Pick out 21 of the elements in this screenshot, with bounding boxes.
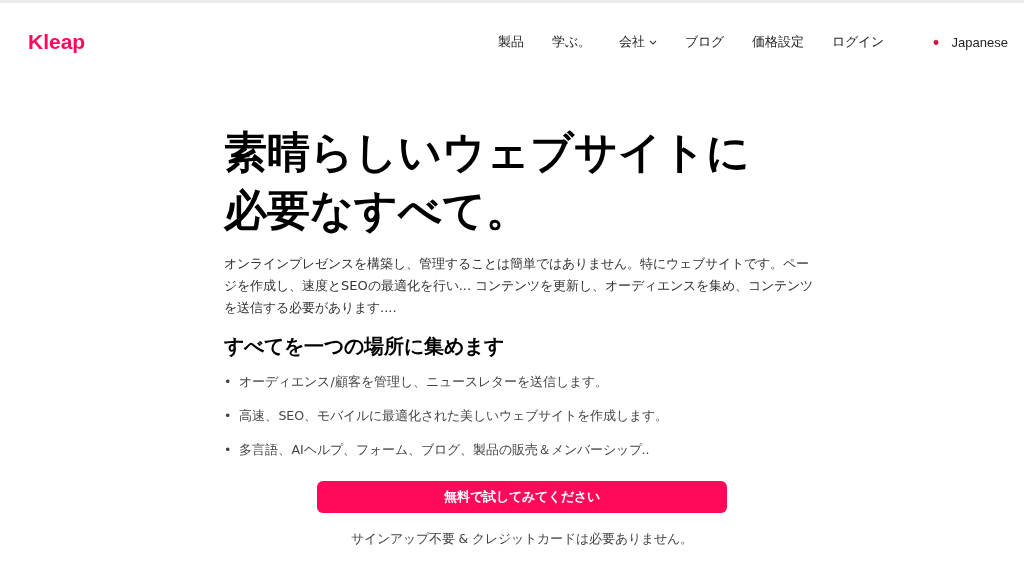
nav-link[interactable]: ログイン [831,33,884,51]
bullet-marker: • [224,373,232,391]
nav-link[interactable]: 学ぶ。 [551,33,591,51]
nav-link[interactable]: 会社 [618,33,657,51]
hero-title: 必要なすべて。 [224,184,530,237]
nav-link[interactable]: 製品 [497,33,524,51]
bullet-marker: • [224,441,232,459]
language-selector[interactable]: Japanese [929,34,1008,50]
feature-item: 高速、SEO、モバイルに最適化された美しいウェブサイトを作成します。 [239,407,669,425]
logo[interactable]: Kleap [28,30,86,54]
description: オンラインプレゼンスを構築し、管理することは簡単ではありません。特にウェブサイトです。ページを作成し、速度とSEOの最適化を行い... コンテンツを更新し、オーディエンスを集め、コンテンツを送信する必要があります.... [224,255,814,317]
feature-item: 多言語、AIヘルプ、フォーム、ブログ、製品の販売＆メンバーシップ.. [239,441,650,459]
try-free-button[interactable]: 無料で試してみてください [317,481,727,513]
nav-link[interactable]: ブログ [684,33,724,51]
nav-link[interactable]: 価格設定 [751,33,804,51]
chevron-down-icon [648,39,657,45]
feature-item: オーディエンス/顧客を管理し、ニュースレターを送信します。 [239,373,608,391]
subheading: すべてを一つの場所に集めます [224,333,505,360]
hero-title: 素晴らしいウェブサイトに [224,126,751,179]
note-text: サインアップ不要 & クレジットカードは必要ありません。 [349,531,695,548]
bullet-marker: • [224,407,232,425]
